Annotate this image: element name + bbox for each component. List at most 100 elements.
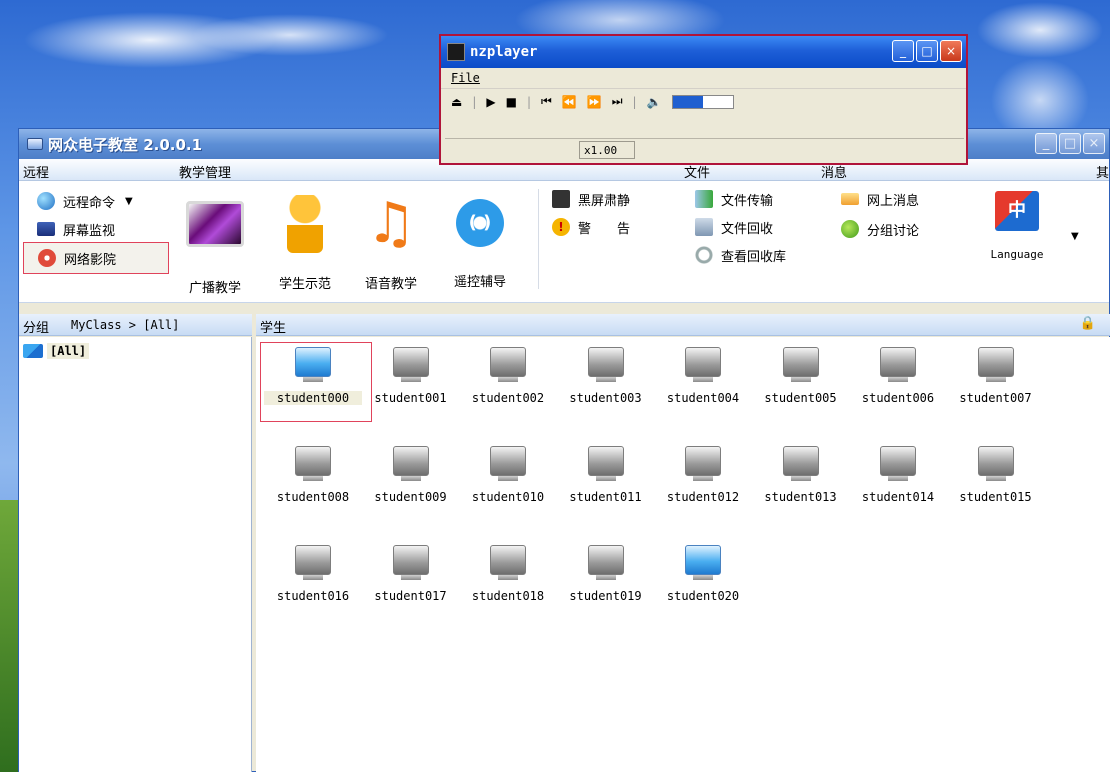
group-icon: [23, 344, 43, 358]
computer-monitor-icon: [587, 347, 624, 382]
student-item[interactable]: student019: [557, 545, 655, 603]
monitor-icon: [37, 222, 55, 236]
student-name: student015: [959, 490, 1032, 504]
student-item[interactable]: student007: [947, 347, 1045, 405]
skip-back-icon[interactable]: ⏮: [541, 94, 552, 109]
student-name: student001: [374, 391, 447, 405]
minimize-button[interactable]: _: [1035, 133, 1057, 154]
student-item[interactable]: student013: [752, 446, 850, 504]
selected-highlight: [260, 342, 372, 422]
screen-monitor-button[interactable]: 屏幕监视: [37, 217, 115, 241]
black-screen-button[interactable]: 黑屏肃静: [552, 187, 630, 211]
student-name: student020: [666, 589, 740, 603]
student-item[interactable]: student010: [459, 446, 557, 504]
group-tree: [All]: [19, 337, 252, 772]
computer-monitor-icon: [685, 446, 721, 481]
student-name: student007: [959, 391, 1032, 405]
view-recycle-button[interactable]: 查看回收库: [695, 243, 786, 267]
student-name: student018: [471, 589, 545, 603]
play-icon[interactable]: ▶: [486, 95, 495, 109]
broadcast-monitor-icon: [186, 201, 244, 247]
player-title-bar[interactable]: nzplayer _ □ ×: [441, 36, 966, 68]
group-discuss-button[interactable]: 分组讨论: [841, 217, 919, 241]
student-name: student014: [861, 490, 935, 504]
voice-teaching-button[interactable]: ♫ 语音教学: [358, 195, 424, 293]
broadcast-button[interactable]: 广播教学: [182, 195, 248, 296]
student-name: student012: [666, 490, 740, 504]
file-recycle-button[interactable]: 文件回收: [695, 215, 773, 239]
magnifier-icon: [695, 246, 713, 264]
player-app-icon: [447, 43, 465, 61]
player-minimize-button[interactable]: _: [892, 40, 914, 62]
file-transfer-icon: [695, 190, 713, 208]
eject-icon[interactable]: ⏏: [451, 95, 462, 109]
student-item[interactable]: student004: [654, 347, 752, 405]
computer-monitor-icon: [880, 347, 916, 382]
net-cinema-button[interactable]: 网络影院: [23, 242, 169, 274]
student-name: student017: [374, 589, 447, 603]
student-name: student013: [764, 490, 837, 504]
student-item[interactable]: student016: [264, 545, 362, 603]
signal-icon: ( ): [456, 199, 504, 247]
stop-icon[interactable]: ■: [506, 95, 517, 109]
student-item[interactable]: student015: [947, 446, 1045, 504]
student-item[interactable]: student018: [459, 545, 557, 603]
computer-monitor-icon: [685, 545, 721, 580]
language-dropdown-icon[interactable]: ▼: [1071, 231, 1079, 242]
warning-icon: !: [552, 218, 570, 236]
chevron-down-icon[interactable]: ▼: [125, 196, 133, 207]
fast-forward-icon[interactable]: ⏩: [587, 95, 602, 109]
online-message-button[interactable]: 网上消息: [841, 187, 919, 211]
menu-teaching[interactable]: 教学管理: [179, 162, 231, 181]
student-item[interactable]: student011: [557, 446, 655, 504]
person-icon: [287, 195, 323, 253]
warning-button[interactable]: ! 警 告: [552, 215, 630, 239]
student-item[interactable]: student017: [362, 545, 460, 603]
student-item[interactable]: student001: [362, 347, 460, 405]
close-button[interactable]: ×: [1083, 133, 1105, 154]
language-button[interactable]: 中 Language: [977, 191, 1057, 262]
computer-monitor-icon: [490, 446, 526, 481]
lock-icon[interactable]: 🔒: [1080, 316, 1096, 331]
rewind-icon[interactable]: ⏪: [562, 95, 577, 109]
student-name: student006: [861, 391, 935, 405]
computer-monitor-icon: [782, 446, 819, 481]
player-maximize-button[interactable]: □: [916, 40, 938, 62]
player-menu-bar: File: [441, 68, 966, 88]
menu-other[interactable]: 其: [1096, 162, 1109, 181]
skip-forward-icon[interactable]: ⏭: [612, 94, 623, 109]
student-demo-button[interactable]: 学生示范: [272, 195, 338, 292]
computer-monitor-icon: [490, 347, 526, 382]
student-item[interactable]: student009: [362, 446, 460, 504]
file-transfer-button[interactable]: 文件传输: [695, 187, 773, 211]
student-pane-header: 学生 🔒: [256, 314, 1110, 336]
tree-item-all[interactable]: [All]: [23, 343, 90, 359]
computer-monitor-icon: [392, 545, 429, 580]
student-name: student004: [666, 391, 740, 405]
student-item[interactable]: student008: [264, 446, 362, 504]
globe-icon: [37, 192, 55, 210]
student-name: student005: [764, 391, 837, 405]
speaker-icon[interactable]: 🔈: [647, 95, 662, 109]
student-item[interactable]: student003: [557, 347, 655, 405]
dark-monitor-icon: [552, 190, 570, 208]
volume-slider[interactable]: [671, 94, 734, 109]
remote-assist-button[interactable]: ( ) 遥控辅导: [447, 195, 513, 290]
recycle-bin-icon: [695, 218, 713, 236]
toolbar: 远程命令 ▼ 屏幕监视 网络影院 广播教学 学生示范 ♫ 语音教学 ( ) 遥控辅…: [19, 181, 1109, 303]
student-name: student003: [569, 391, 642, 405]
student-name: student010: [471, 490, 545, 504]
student-item[interactable]: student002: [459, 347, 557, 405]
student-item[interactable]: student014: [849, 446, 947, 504]
remote-cmd-button[interactable]: 远程命令 ▼: [37, 189, 133, 213]
student-name: student002: [471, 391, 545, 405]
student-item[interactable]: student012: [654, 446, 752, 504]
computer-monitor-icon: [685, 347, 721, 382]
maximize-button[interactable]: □: [1059, 133, 1081, 154]
student-item[interactable]: student005: [752, 347, 850, 405]
player-menu-file[interactable]: File: [451, 71, 480, 85]
student-item[interactable]: student006: [849, 347, 947, 405]
player-close-button[interactable]: ×: [940, 40, 962, 62]
student-item[interactable]: student020: [654, 545, 752, 603]
menu-remote[interactable]: 远程: [23, 162, 49, 181]
